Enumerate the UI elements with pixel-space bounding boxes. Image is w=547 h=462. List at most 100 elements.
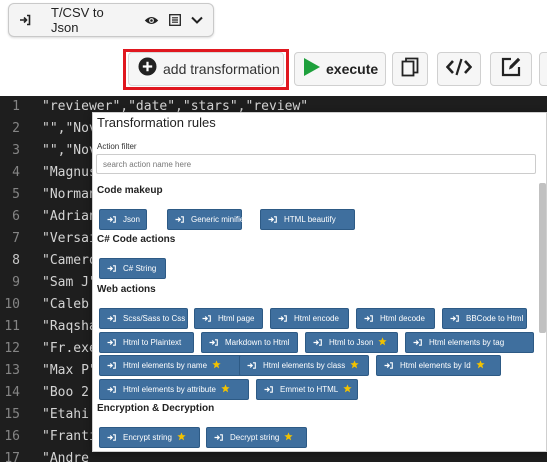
- chip-label: Emmet to HTML: [280, 385, 339, 394]
- code-line: "Sam J": [42, 275, 97, 290]
- login-arrow-icon: [450, 315, 459, 322]
- line-number: 13: [4, 363, 20, 378]
- code-line: "","Nov: [42, 143, 97, 158]
- transformation-chip[interactable]: C# String: [99, 258, 166, 279]
- line-number: 11: [4, 319, 20, 334]
- login-arrow-icon: [107, 315, 116, 322]
- chip-label: Html decode: [380, 314, 425, 323]
- line-number: 10: [4, 297, 20, 312]
- code-line: "Magnus: [42, 165, 97, 180]
- login-arrow-icon: [107, 362, 116, 369]
- line-number: 14: [4, 385, 20, 400]
- edit-icon: [500, 56, 522, 83]
- section-title: C# Code actions: [97, 234, 176, 245]
- chip-label: Html page: [218, 314, 255, 323]
- transformation-chip[interactable]: Html to Plaintext: [99, 332, 194, 353]
- code-line: "Raqsha: [42, 319, 97, 334]
- line-number: 15: [4, 407, 20, 422]
- login-arrow-icon: [107, 265, 116, 272]
- chip-label: Html to Json: [329, 338, 374, 347]
- transformation-chip[interactable]: Html elements by class: [239, 355, 369, 376]
- code-line: "Max P": [42, 363, 97, 378]
- transformation-chip[interactable]: Scss/Sass to Css: [99, 308, 188, 329]
- code-icon: [445, 58, 473, 81]
- chevron-down-icon[interactable]: [191, 16, 203, 24]
- login-arrow-icon: [175, 216, 184, 223]
- line-number: 12: [4, 341, 20, 356]
- chip-label: Scss/Sass to Css: [123, 314, 186, 323]
- execute-button[interactable]: execute: [294, 52, 386, 86]
- chip-label: Html elements by Id: [400, 361, 471, 370]
- eye-icon[interactable]: [144, 15, 159, 26]
- transformation-chip[interactable]: Html page: [194, 308, 263, 329]
- add-transformation-button[interactable]: add transformation: [128, 52, 284, 86]
- transformation-chip[interactable]: Html to Json: [305, 332, 398, 353]
- line-number: 9: [12, 275, 20, 290]
- chip-label: Html encode: [294, 314, 339, 323]
- transformation-chip[interactable]: Generic minifier: [167, 209, 247, 230]
- transformation-chip[interactable]: Html encode: [270, 308, 349, 329]
- line-number: 17: [4, 451, 20, 462]
- transformation-chip[interactable]: BBCode to Html: [442, 308, 527, 329]
- transformation-chip[interactable]: Json: [99, 209, 147, 230]
- chip-label: Markdown to Html: [225, 338, 290, 347]
- copy-icon: [401, 57, 419, 82]
- transformation-chip[interactable]: Encrypt string: [99, 427, 200, 448]
- chip-label: Html elements by name: [123, 361, 208, 370]
- section-title: Code makeup: [97, 185, 163, 196]
- action-filter-input[interactable]: [96, 154, 536, 174]
- login-arrow-icon: [247, 362, 256, 369]
- section-title: Web actions: [97, 284, 156, 295]
- login-arrow-icon: [214, 434, 223, 441]
- star-icon: [378, 337, 388, 348]
- login-arrow-icon: [364, 315, 373, 322]
- transformation-chip[interactable]: Html elements by attribute: [99, 379, 249, 400]
- transformation-chip[interactable]: Emmet to HTML: [256, 379, 358, 400]
- login-arrow-icon: [209, 339, 218, 346]
- mode-selector[interactable]: T/CSV to Json: [8, 3, 214, 37]
- line-number: 8: [12, 253, 20, 268]
- login-arrow-icon: [278, 315, 287, 322]
- chip-label: Html elements by attribute: [123, 385, 216, 394]
- edit-button[interactable]: [490, 52, 532, 86]
- star-icon: [343, 384, 352, 395]
- line-number: 3: [12, 143, 20, 158]
- code-line: "Camero: [42, 253, 97, 268]
- code-button[interactable]: [437, 52, 481, 86]
- play-icon: [303, 57, 321, 82]
- transformation-chip[interactable]: Html elements by Id: [376, 355, 501, 376]
- overflow-button[interactable]: [539, 52, 547, 86]
- line-number: 6: [12, 209, 20, 224]
- chip-label: Generic minifier: [191, 215, 248, 224]
- star-icon: [221, 384, 230, 395]
- login-arrow-icon: [264, 386, 273, 393]
- section-title: Encryption & Decryption: [97, 403, 215, 414]
- transformation-chip[interactable]: Markdown to Html: [201, 332, 298, 353]
- code-line: "","Nov: [42, 121, 97, 136]
- panel-scrollbar[interactable]: [539, 183, 546, 333]
- login-arrow-icon: [107, 386, 116, 393]
- panel-title: Transformation rules: [97, 115, 216, 130]
- chip-label: C# String: [123, 264, 157, 273]
- star-icon: [177, 432, 186, 443]
- transformation-chip[interactable]: Html elements by name: [99, 355, 242, 376]
- line-number: 16: [4, 429, 20, 444]
- login-arrow-icon: [107, 216, 116, 223]
- login-arrow-icon: [313, 339, 322, 346]
- chip-label: Html elements by tag: [429, 338, 505, 347]
- line-number: 2: [12, 121, 20, 136]
- transformation-chip[interactable]: Decrypt string: [206, 427, 307, 448]
- login-arrow-icon: [268, 216, 277, 223]
- transformation-chip[interactable]: HTML beautify: [260, 209, 355, 230]
- list-icon[interactable]: [169, 14, 181, 26]
- login-arrow-icon: [384, 362, 393, 369]
- chip-label: Json: [123, 215, 140, 224]
- copy-button[interactable]: [392, 52, 428, 86]
- transformation-chip[interactable]: Html elements by tag: [405, 332, 534, 353]
- add-transformation-label: add transformation: [163, 61, 280, 77]
- transformation-chip[interactable]: Html decode: [356, 308, 435, 329]
- code-line: "Adrian: [42, 209, 97, 224]
- chip-label: Html to Plaintext: [123, 338, 182, 347]
- code-line: "Caleb: [42, 297, 89, 312]
- star-icon: [284, 432, 293, 443]
